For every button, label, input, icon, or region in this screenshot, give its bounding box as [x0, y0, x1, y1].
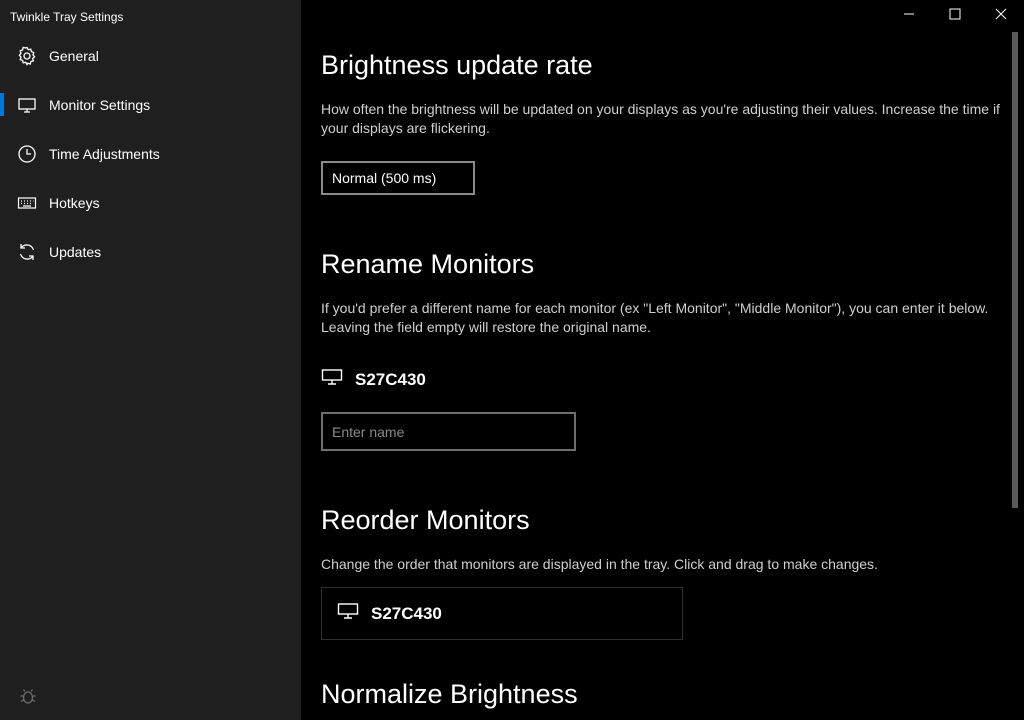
- sidebar-item-time-adjustments[interactable]: Time Adjustments: [0, 129, 301, 178]
- clock-icon: [17, 144, 37, 164]
- reorder-monitors-title: Reorder Monitors: [321, 505, 530, 535]
- maximize-button[interactable]: [932, 0, 978, 32]
- refresh-icon: [17, 242, 37, 262]
- close-button[interactable]: [978, 0, 1024, 32]
- monitor-name-input[interactable]: [321, 412, 576, 451]
- window-controls: [886, 0, 1024, 32]
- minimize-icon: [903, 7, 915, 25]
- update-rate-description: How often the brightness will be updated…: [321, 101, 1000, 136]
- settings-content: Brightness update rate How often the bri…: [301, 32, 1011, 720]
- sidebar-item-label: General: [49, 47, 99, 64]
- sidebar: Twinkle Tray Settings General Monitor Se…: [0, 0, 301, 720]
- update-rate-selected-value: Normal (500 ms): [332, 170, 437, 186]
- rename-monitor-name: S27C430: [355, 369, 426, 389]
- sidebar-item-general[interactable]: General: [0, 31, 301, 80]
- maximize-icon: [949, 7, 961, 25]
- content-scrollbar[interactable]: [1012, 32, 1018, 508]
- minimize-button[interactable]: [886, 0, 932, 32]
- monitor-icon: [17, 95, 37, 115]
- bug-icon[interactable]: [18, 686, 38, 706]
- sidebar-item-label: Time Adjustments: [49, 145, 160, 162]
- sidebar-item-monitor-settings[interactable]: Monitor Settings: [0, 80, 301, 129]
- reorder-monitors-description: Change the order that monitors are displ…: [321, 556, 878, 572]
- sidebar-item-updates[interactable]: Updates: [0, 227, 301, 276]
- sidebar-item-label: Monitor Settings: [49, 96, 151, 113]
- update-rate-title: Brightness update rate: [321, 50, 593, 80]
- reorder-monitor-name: S27C430: [371, 603, 442, 623]
- app-title: Twinkle Tray Settings: [10, 10, 124, 24]
- monitor-icon: [337, 602, 359, 625]
- close-icon: [995, 7, 1007, 25]
- reorder-monitor-item[interactable]: S27C430: [321, 587, 683, 640]
- sidebar-nav: General Monitor Settings Time Adjustment…: [0, 31, 301, 276]
- rename-monitors-description: If you'd prefer a different name for eac…: [321, 300, 989, 335]
- monitor-icon: [321, 368, 343, 391]
- rename-monitors-title: Rename Monitors: [321, 249, 535, 279]
- update-rate-select[interactable]: Normal (500 ms): [321, 161, 475, 195]
- gear-icon: [17, 46, 37, 66]
- rename-monitor-header: S27C430: [321, 368, 426, 391]
- keyboard-icon: [17, 193, 37, 213]
- sidebar-item-hotkeys[interactable]: Hotkeys: [0, 178, 301, 227]
- sidebar-item-label: Updates: [49, 243, 102, 260]
- sidebar-item-label: Hotkeys: [49, 194, 100, 211]
- normalize-brightness-title: Normalize Brightness: [321, 679, 578, 709]
